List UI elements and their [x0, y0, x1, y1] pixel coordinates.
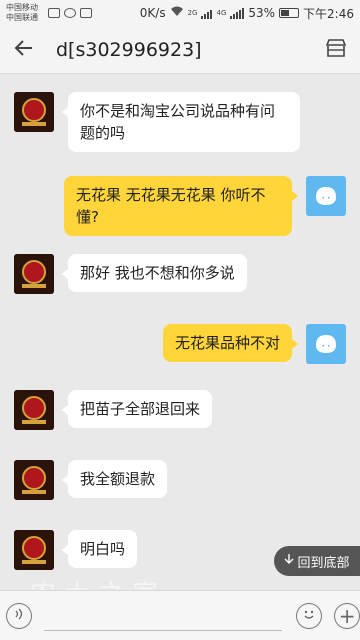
shop-button[interactable]	[312, 26, 360, 74]
message-input[interactable]	[43, 600, 283, 631]
emoji-button[interactable]	[296, 602, 323, 629]
battery-icon	[279, 8, 300, 18]
arrow-left-icon	[14, 38, 34, 62]
more-button[interactable]: +	[334, 602, 360, 629]
signal-4g-icon	[230, 7, 245, 19]
message-incoming: 我全额退款	[14, 460, 168, 500]
status-bar: 中国移动 中国联通 0K/s 2G 4G 53% 下午2:46	[0, 0, 360, 26]
clock-time: 下午2:46	[303, 6, 354, 21]
avatar-seller[interactable]	[14, 92, 54, 132]
store-icon	[325, 38, 347, 62]
message-incoming: 明白吗	[14, 530, 138, 570]
chat-area[interactable]: 你不是和淘宝公司说品种有问题的吗 无花果 无花果无花果 你听不懂? • • 那好…	[0, 74, 360, 590]
mail-icon	[80, 8, 92, 18]
message-bubble[interactable]: 你不是和淘宝公司说品种有问题的吗	[62, 92, 300, 152]
avatar-seller[interactable]	[14, 530, 54, 570]
message-incoming: 你不是和淘宝公司说品种有问题的吗	[14, 92, 300, 152]
back-button[interactable]	[0, 26, 48, 74]
jump-to-bottom-button[interactable]: 回到底部	[274, 546, 360, 576]
signal-2g-icon	[201, 8, 213, 19]
arrow-down-icon	[284, 553, 294, 569]
carrier-2: 中国联通	[6, 13, 38, 22]
message-bubble[interactable]: 那好 我也不想和你多说	[62, 254, 247, 292]
input-bar: +	[0, 590, 360, 640]
message-bubble[interactable]: 无花果品种不对	[162, 324, 299, 362]
avatar-seller[interactable]	[14, 254, 54, 294]
message-bubble[interactable]: 把苗子全部退回来	[61, 390, 213, 428]
voice-icon	[12, 606, 26, 625]
message-bubble[interactable]: 无花果 无花果无花果 你听不懂?	[64, 176, 298, 236]
avatar-seller[interactable]	[14, 460, 54, 500]
message-outgoing: 无花果品种不对 • •	[162, 324, 346, 364]
message-bubble[interactable]: 明白吗	[61, 530, 138, 568]
avatar-me[interactable]: • •	[306, 324, 346, 364]
smiley-icon	[301, 606, 317, 626]
avatar-me[interactable]: • •	[306, 176, 346, 216]
notification-icons	[48, 8, 92, 18]
battery-percent: 53%	[248, 6, 276, 20]
svg-text:• •: • •	[322, 195, 331, 202]
plus-icon: +	[338, 603, 356, 628]
clock-icon	[64, 8, 76, 18]
network-2g: 2G	[187, 9, 198, 17]
message-incoming: 那好 我也不想和你多说	[14, 254, 247, 294]
status-right: 0K/s 2G 4G 53% 下午2:46	[140, 5, 354, 22]
network-4g: 4G	[216, 9, 227, 17]
wifi-icon	[170, 6, 184, 20]
avatar-seller[interactable]	[14, 390, 54, 430]
network-speed: 0K/s	[139, 6, 166, 20]
image-icon	[48, 8, 60, 18]
carriers: 中国移动 中国联通	[6, 3, 46, 23]
jump-to-bottom-label: 回到底部	[297, 555, 350, 571]
message-bubble[interactable]: 我全额退款	[61, 460, 168, 498]
message-outgoing: 无花果 无花果无花果 你听不懂? • •	[64, 176, 346, 236]
chat-title: d[s302996923]	[56, 38, 202, 61]
svg-text:• •: • •	[322, 343, 331, 350]
chat-header: d[s302996923]	[0, 26, 360, 74]
message-incoming: 把苗子全部退回来	[14, 390, 213, 430]
carrier-1: 中国移动	[6, 3, 38, 12]
voice-button[interactable]	[6, 602, 32, 629]
